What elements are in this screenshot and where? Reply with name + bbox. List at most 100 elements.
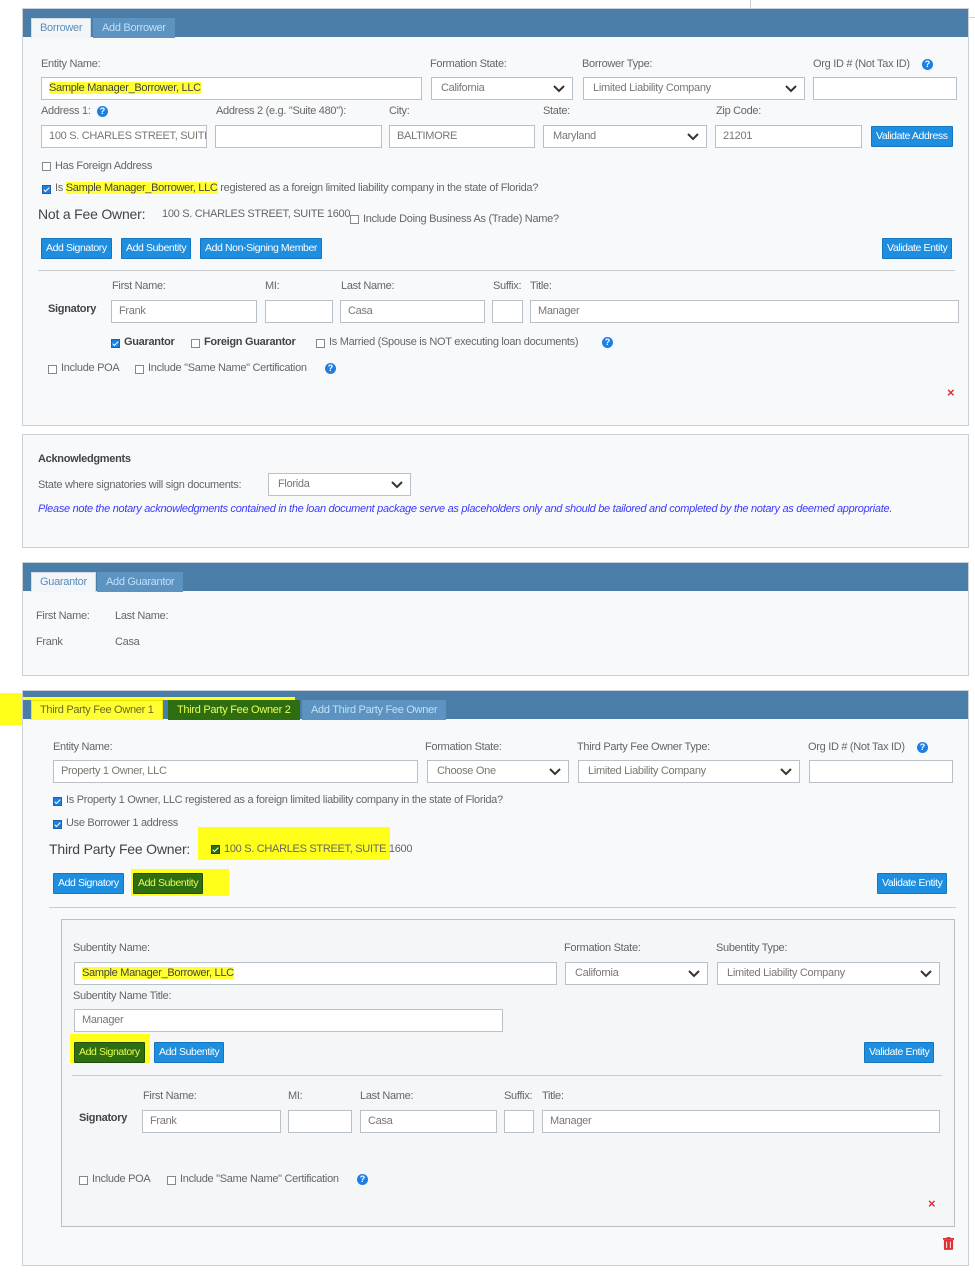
subentity-add-subentity-button[interactable]: Add Subentity [154, 1042, 225, 1063]
add-subentity-button[interactable]: Add Subentity [121, 238, 192, 259]
tp-validate-entity-button[interactable]: Validate Entity [877, 873, 948, 894]
sub-signatory-last-name-input[interactable]: Casa [360, 1110, 497, 1133]
subentity-name-label: Subentity Name: [73, 942, 150, 954]
is-married-help-icon[interactable]: ? [602, 337, 613, 348]
guarantor-checkbox[interactable] [111, 339, 120, 348]
remove-sub-signatory-icon[interactable]: × [928, 1196, 936, 1211]
signatory-mi-input[interactable] [265, 300, 333, 323]
formation-state-value: California [441, 82, 485, 94]
has-foreign-address-checkbox[interactable] [42, 162, 51, 171]
include-dba-checkbox[interactable] [350, 215, 359, 224]
acknowledgments-panel: Acknowledgments State where signatories … [22, 434, 969, 548]
tp-add-subentity-button[interactable]: Add Subentity [133, 873, 204, 894]
tp-add-signatory-button[interactable]: Add Signatory [53, 873, 124, 894]
subentity-type-label: Subentity Type: [716, 942, 788, 954]
fee-owner-address: 100 S. CHARLES STREET, SUITE 1600 [162, 208, 351, 220]
sub-signatory-suffix-label: Suffix: [504, 1090, 533, 1102]
sub-include-poa-checkbox[interactable] [79, 1176, 88, 1185]
tp-use-borrower-address-checkbox[interactable] [53, 820, 62, 829]
tp-formation-state-select[interactable]: Choose One [427, 760, 569, 783]
city-input[interactable]: BALTIMORE [389, 125, 535, 148]
chevron-down-icon [687, 133, 699, 141]
address2-input[interactable] [215, 125, 382, 148]
tp-foreign-label: Is Property 1 Owner, LLC registered as a… [66, 794, 503, 806]
sub-same-name-cert-checkbox[interactable] [167, 1176, 176, 1185]
subentity-title-input[interactable]: Manager [74, 1009, 503, 1032]
state-label: State: [543, 105, 570, 117]
sub-signatory-suffix-input[interactable] [504, 1110, 534, 1133]
signatory-suffix-input[interactable] [492, 300, 523, 323]
borrower-type-value: Limited Liability Company [593, 82, 711, 94]
tp-fee-owner-label: Third Party Fee Owner: [49, 841, 191, 857]
remove-signatory-icon[interactable]: × [947, 385, 955, 400]
signatory-row-label: Signatory [48, 303, 97, 315]
trash-icon[interactable] [943, 1237, 954, 1250]
signatory-first-name-input[interactable]: Frank [111, 300, 257, 323]
tp-type-select[interactable]: Limited Liability Company [578, 760, 800, 783]
acknowledgments-title: Acknowledgments [38, 453, 131, 465]
is-married-checkbox[interactable] [316, 339, 325, 348]
sign-state-select[interactable]: Florida [268, 473, 411, 496]
subentity-name-input[interactable]: Sample Manager_Borrower, LLC [74, 962, 557, 985]
address1-help-icon[interactable]: ? [97, 106, 108, 117]
chevron-down-icon [688, 970, 700, 978]
tab-third-party-2[interactable]: Third Party Fee Owner 2 [168, 700, 300, 720]
include-dba-label: Include Doing Business As (Trade) Name? [363, 213, 559, 225]
subentity-type-select[interactable]: Limited Liability Company [717, 962, 940, 985]
subentity-name-value: Sample Manager_Borrower, LLC [82, 967, 234, 979]
same-name-help-icon[interactable]: ? [325, 363, 336, 374]
subentity-add-signatory-button[interactable]: Add Signatory [74, 1042, 145, 1063]
foreign-q-suffix: registered as a foreign limited liabilit… [220, 182, 539, 194]
validate-address-button[interactable]: Validate Address [871, 126, 953, 147]
entity-name-label: Entity Name: [41, 58, 101, 70]
same-name-cert-checkbox[interactable] [135, 365, 144, 374]
subentity-formation-state-value: California [575, 967, 619, 979]
is-married-label: Is Married (Spouse is NOT executing loan… [329, 336, 579, 348]
tab-highlight [23, 697, 295, 700]
foreign-registration-checkbox[interactable] [42, 185, 51, 194]
subentity-formation-state-select[interactable]: California [565, 962, 708, 985]
zip-input[interactable]: 21201 [715, 125, 862, 148]
borrower-type-select[interactable]: Limited Liability Company [583, 77, 805, 100]
add-signatory-button[interactable]: Add Signatory [41, 238, 112, 259]
org-id-input[interactable] [813, 77, 957, 100]
add-non-signing-member-button[interactable]: Add Non-Signing Member [200, 238, 323, 259]
tab-guarantor[interactable]: Guarantor [31, 572, 96, 592]
foreign-guarantor-checkbox[interactable] [191, 339, 200, 348]
sign-state-value: Florida [278, 478, 310, 490]
tp-org-id-help-icon[interactable]: ? [917, 742, 928, 753]
signatory-title-input[interactable]: Manager [530, 300, 959, 323]
tp-foreign-checkbox[interactable] [53, 797, 62, 806]
address1-input[interactable]: 100 S. CHARLES STREET, SUITI [41, 125, 207, 148]
validate-entity-button[interactable]: Validate Entity [882, 238, 953, 259]
signatory-mi-label: MI: [265, 280, 280, 292]
tab-borrower[interactable]: Borrower [31, 18, 92, 38]
tab-third-party-1[interactable]: Third Party Fee Owner 1 [31, 700, 163, 720]
tp-entity-name-input[interactable]: Property 1 Owner, LLC [53, 760, 418, 783]
sub-same-name-help-icon[interactable]: ? [357, 1174, 368, 1185]
tp-type-value: Limited Liability Company [588, 765, 706, 777]
zip-label: Zip Code: [716, 105, 761, 117]
tab-add-guarantor[interactable]: Add Guarantor [97, 572, 184, 592]
sub-signatory-mi-label: MI: [288, 1090, 303, 1102]
entity-name-input[interactable]: Sample Manager_Borrower, LLC [41, 77, 422, 100]
subentity-validate-entity-button[interactable]: Validate Entity [864, 1042, 935, 1063]
org-id-help-icon[interactable]: ? [922, 59, 933, 70]
tp-formation-state-value: Choose One [437, 765, 496, 777]
sub-signatory-title-input[interactable]: Manager [542, 1110, 940, 1133]
chevron-down-icon [780, 768, 792, 776]
tp-entity-name-label: Entity Name: [53, 741, 113, 753]
tab-add-third-party[interactable]: Add Third Party Fee Owner [302, 700, 447, 720]
tp-fee-owner-checkbox[interactable] [211, 845, 220, 854]
sub-signatory-first-name-input[interactable]: Frank [142, 1110, 281, 1133]
tab-add-borrower[interactable]: Add Borrower [93, 18, 175, 38]
entity-name-value: Sample Manager_Borrower, LLC [49, 82, 201, 94]
sub-signatory-mi-input[interactable] [288, 1110, 352, 1133]
state-select[interactable]: Maryland [543, 125, 707, 148]
signatory-last-name-input[interactable]: Casa [340, 300, 485, 323]
formation-state-select[interactable]: California [431, 77, 573, 100]
tp-org-id-input[interactable] [809, 760, 953, 783]
include-poa-checkbox[interactable] [48, 365, 57, 374]
borrower-panel: Borrower Add Borrower Entity Name: Forma… [22, 8, 969, 426]
tp-use-borrower-address-label: Use Borrower 1 address [66, 817, 179, 829]
